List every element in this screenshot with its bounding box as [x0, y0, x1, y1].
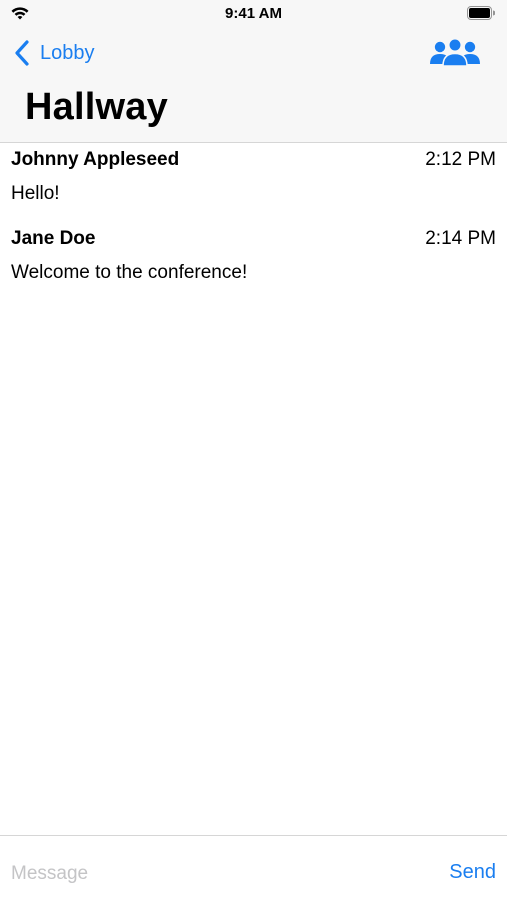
message-sender: Johnny Appleseed	[11, 149, 180, 170]
message-text: Welcome to the conference!	[11, 262, 248, 283]
message-item: Jane Doe 2:14 PM Welcome to the conferen…	[0, 222, 507, 301]
status-time: 9:41 AM	[225, 5, 282, 22]
navigation-bar: Lobby Hallway	[0, 28, 507, 143]
send-button[interactable]: Send	[449, 861, 496, 884]
message-sender: Jane Doe	[11, 228, 96, 249]
status-bar: 9:41 AM	[0, 0, 507, 28]
back-label: Lobby	[40, 41, 95, 64]
people-icon[interactable]	[429, 38, 481, 68]
message-composer: Send	[0, 835, 507, 900]
page-title: Hallway	[25, 86, 168, 128]
message-item: Johnny Appleseed 2:12 PM Hello!	[0, 143, 507, 222]
back-button[interactable]: Lobby	[14, 38, 95, 68]
message-text: Hello!	[11, 183, 60, 204]
message-input[interactable]	[11, 860, 421, 888]
message-time: 2:12 PM	[425, 149, 496, 170]
chevron-left-icon	[15, 40, 29, 66]
message-list: Johnny Appleseed 2:12 PM Hello! Jane Doe…	[0, 143, 507, 301]
chat-screen: 9:41 AM Lobby Hallway Johnny Appleseed 2…	[0, 0, 507, 900]
battery-icon	[467, 6, 495, 20]
message-time: 2:14 PM	[425, 228, 496, 249]
